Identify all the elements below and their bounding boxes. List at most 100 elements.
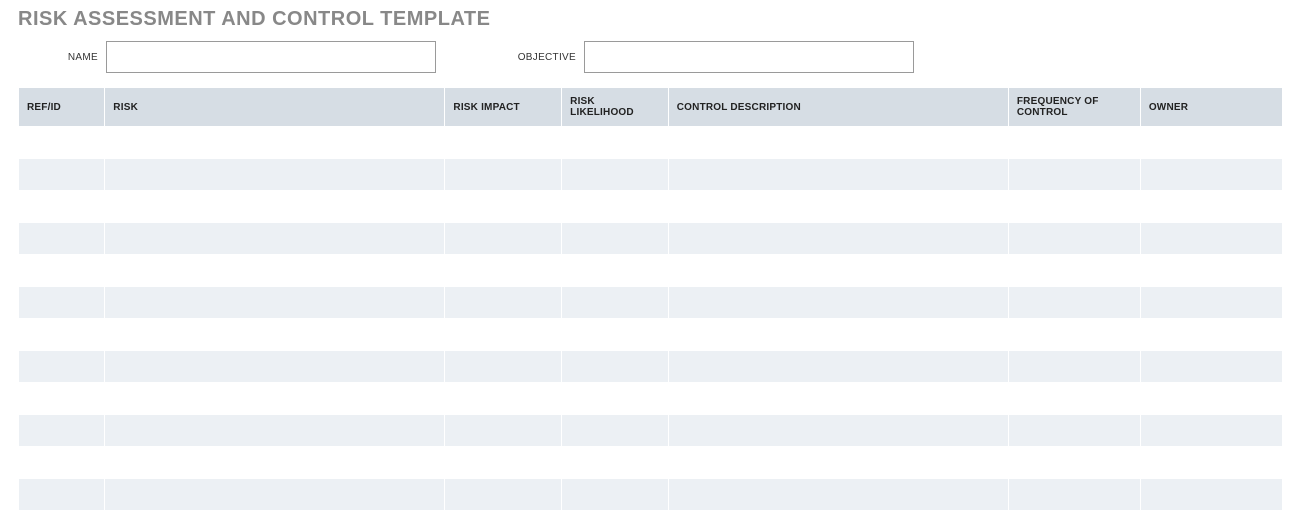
cell-likelihood[interactable] [562,191,669,223]
cell-refid[interactable] [19,127,105,159]
cell-frequency[interactable] [1008,223,1140,255]
cell-risk[interactable] [105,191,445,223]
cell-refid[interactable] [19,255,105,287]
cell-frequency[interactable] [1008,479,1140,511]
name-input[interactable] [106,41,436,73]
cell-impact[interactable] [445,191,562,223]
cell-impact[interactable] [445,383,562,415]
cell-likelihood[interactable] [562,319,669,351]
table-row [19,287,1283,319]
cell-control[interactable] [668,383,1008,415]
cell-impact[interactable] [445,223,562,255]
cell-risk[interactable] [105,447,445,479]
cell-refid[interactable] [19,447,105,479]
cell-control[interactable] [668,479,1008,511]
cell-risk[interactable] [105,127,445,159]
cell-owner[interactable] [1140,447,1282,479]
table-row [19,319,1283,351]
header-risk: RISK [105,88,445,127]
cell-likelihood[interactable] [562,479,669,511]
cell-refid[interactable] [19,415,105,447]
cell-owner[interactable] [1140,351,1282,383]
cell-risk[interactable] [105,479,445,511]
cell-likelihood[interactable] [562,159,669,191]
cell-refid[interactable] [19,159,105,191]
cell-impact[interactable] [445,255,562,287]
cell-risk[interactable] [105,255,445,287]
cell-control[interactable] [668,223,1008,255]
table-row [19,447,1283,479]
cell-frequency[interactable] [1008,287,1140,319]
cell-control[interactable] [668,159,1008,191]
cell-impact[interactable] [445,415,562,447]
cell-owner[interactable] [1140,127,1282,159]
cell-owner[interactable] [1140,191,1282,223]
cell-impact[interactable] [445,127,562,159]
cell-frequency[interactable] [1008,255,1140,287]
table-row [19,383,1283,415]
cell-risk[interactable] [105,319,445,351]
cell-frequency[interactable] [1008,351,1140,383]
header-frequency: FREQUENCY OF CONTROL [1008,88,1140,127]
cell-control[interactable] [668,191,1008,223]
cell-impact[interactable] [445,287,562,319]
cell-risk[interactable] [105,223,445,255]
cell-refid[interactable] [19,479,105,511]
cell-likelihood[interactable] [562,415,669,447]
cell-frequency[interactable] [1008,447,1140,479]
cell-control[interactable] [668,447,1008,479]
cell-owner[interactable] [1140,479,1282,511]
cell-frequency[interactable] [1008,159,1140,191]
cell-frequency[interactable] [1008,383,1140,415]
cell-likelihood[interactable] [562,255,669,287]
cell-likelihood[interactable] [562,447,669,479]
risk-table: REF/ID RISK RISK IMPACT RISK LIKELIHOOD … [18,87,1283,511]
objective-input[interactable] [584,41,914,73]
cell-frequency[interactable] [1008,319,1140,351]
cell-likelihood[interactable] [562,351,669,383]
cell-impact[interactable] [445,351,562,383]
cell-owner[interactable] [1140,287,1282,319]
cell-owner[interactable] [1140,223,1282,255]
cell-control[interactable] [668,351,1008,383]
cell-impact[interactable] [445,479,562,511]
cell-refid[interactable] [19,383,105,415]
cell-owner[interactable] [1140,159,1282,191]
table-row [19,127,1283,159]
table-row [19,351,1283,383]
cell-refid[interactable] [19,319,105,351]
cell-refid[interactable] [19,191,105,223]
cell-impact[interactable] [445,319,562,351]
cell-risk[interactable] [105,351,445,383]
cell-refid[interactable] [19,223,105,255]
cell-impact[interactable] [445,159,562,191]
cell-likelihood[interactable] [562,223,669,255]
cell-risk[interactable] [105,159,445,191]
cell-frequency[interactable] [1008,127,1140,159]
header-owner: OWNER [1140,88,1282,127]
cell-control[interactable] [668,415,1008,447]
cell-owner[interactable] [1140,255,1282,287]
cell-frequency[interactable] [1008,415,1140,447]
cell-frequency[interactable] [1008,191,1140,223]
cell-owner[interactable] [1140,383,1282,415]
cell-likelihood[interactable] [562,127,669,159]
cell-impact[interactable] [445,447,562,479]
cell-control[interactable] [668,287,1008,319]
cell-likelihood[interactable] [562,287,669,319]
cell-owner[interactable] [1140,415,1282,447]
name-field-group: NAME [18,41,436,73]
cell-risk[interactable] [105,415,445,447]
cell-owner[interactable] [1140,319,1282,351]
cell-control[interactable] [668,127,1008,159]
cell-control[interactable] [668,255,1008,287]
cell-refid[interactable] [19,287,105,319]
cell-risk[interactable] [105,287,445,319]
table-row [19,159,1283,191]
cell-refid[interactable] [19,351,105,383]
cell-control[interactable] [668,319,1008,351]
table-header-row: REF/ID RISK RISK IMPACT RISK LIKELIHOOD … [19,88,1283,127]
cell-risk[interactable] [105,383,445,415]
cell-likelihood[interactable] [562,383,669,415]
objective-label: OBJECTIVE [496,52,576,63]
